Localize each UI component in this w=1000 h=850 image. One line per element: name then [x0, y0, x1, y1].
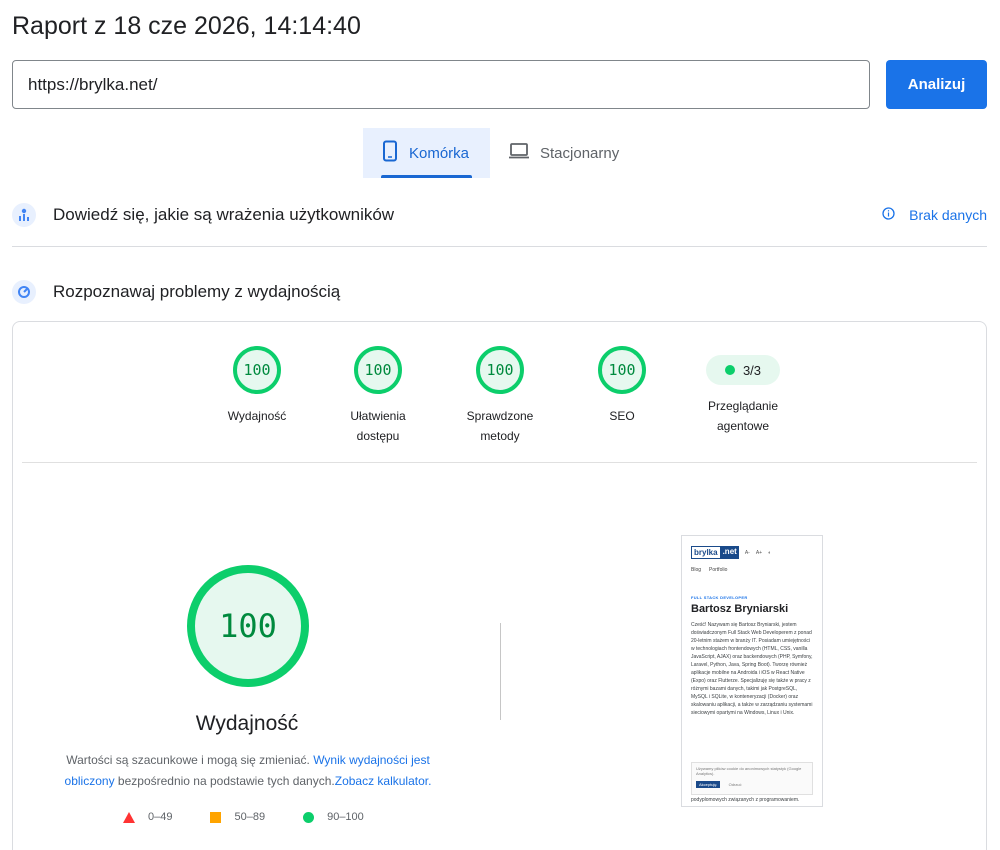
- legend-average-label: 50–89: [234, 811, 266, 823]
- gauge-label: SEO: [567, 406, 677, 426]
- report-title: Raport z 18 cze 2026, 14:14:40: [12, 12, 361, 40]
- gauge-label-line1: Wydajność: [227, 409, 287, 423]
- legend-average: 50–89: [210, 811, 265, 823]
- gauge-seo[interactable]: 100 SEO: [567, 346, 677, 426]
- gauge-label-line1: Ułatwienia: [350, 409, 406, 423]
- gauge-label-line2: dostępu: [356, 429, 400, 443]
- thumb-heading: Bartosz Bryniarski: [691, 603, 789, 615]
- font-decrease: A-: [744, 549, 750, 556]
- gauge-performance[interactable]: 100 Wydajność: [202, 346, 312, 426]
- mobile-icon: [381, 140, 399, 166]
- gauge-label-line2: metody: [480, 429, 520, 443]
- cookie-text: Używamy plików cookie do anonimowych sta…: [696, 766, 802, 776]
- pass-dot-icon: [724, 365, 735, 375]
- tab-mobile-label: Komórka: [409, 144, 470, 162]
- field-data-title: Dowiedź się, jakie są wrażenia użytkowni…: [53, 205, 395, 224]
- users-chart-icon: [12, 203, 36, 227]
- gauge-label-line2: agentowe: [716, 419, 770, 433]
- gauge-score: 100: [233, 346, 281, 394]
- device-tabs: Komórka Stacjonarny: [363, 128, 637, 178]
- tab-desktop[interactable]: Stacjonarny: [490, 128, 637, 178]
- card-divider: [22, 462, 977, 463]
- square-icon: [210, 811, 222, 823]
- legend-poor: 0–49: [123, 811, 172, 823]
- performance-score-gauge: 100: [187, 565, 309, 687]
- gauge-label: Ułatwienia dostępu: [323, 406, 433, 446]
- gauge-score: 100: [354, 346, 402, 394]
- legend-good: 90–100: [303, 811, 364, 823]
- no-data-label: Brak danych: [909, 207, 987, 223]
- category-gauges: 100 Wydajność 100 Ułatwienia dostępu 100 …: [13, 322, 986, 462]
- agent-pill: 3/3: [706, 355, 780, 385]
- page-screenshot-thumbnail: brylka .net A- A+ ◐ Blog Portfolio FULL S…: [681, 535, 823, 807]
- theme-toggle-icon: ◐: [768, 549, 772, 556]
- thumb-body: Cześć! Nazywam się Bartosz Bryniarski, j…: [691, 622, 813, 716]
- info-icon: [882, 207, 895, 223]
- analyze-button[interactable]: Analizuj: [886, 60, 987, 109]
- lab-data-section: Rozpoznawaj problemy z wydajnością: [12, 280, 987, 304]
- cookie-accept: Akceptuję: [696, 781, 720, 788]
- lab-data-title: Rozpoznawaj problemy z wydajnością: [53, 282, 341, 301]
- laptop-icon: [508, 142, 530, 164]
- gauge-label: Sprawdzone metody: [445, 406, 555, 446]
- thumb-cookie-banner: Używamy plików cookie do anonimowych sta…: [691, 762, 813, 795]
- url-input[interactable]: [12, 60, 870, 109]
- legend-poor-label: 0–49: [148, 811, 173, 823]
- field-data-section: Dowiedź się, jakie są wrażenia użytkowni…: [12, 203, 987, 227]
- performance-note: Wartości są szacunkowe i mogą się zmieni…: [53, 750, 443, 792]
- gauge-label: Przeglądanie agentowe: [688, 396, 798, 436]
- performance-title: Wydajność: [195, 712, 299, 735]
- calculator-link[interactable]: Zobacz kalkulator.: [335, 774, 432, 788]
- vertical-divider: [500, 623, 501, 720]
- gauge-label-line1: SEO: [609, 409, 635, 423]
- agent-value: 3/3: [742, 362, 762, 378]
- thumb-nav-blog: Blog: [691, 567, 702, 573]
- thumb-kicker: FULL STACK DEVELOPER: [691, 595, 748, 600]
- font-increase: A+: [755, 549, 763, 556]
- gauge-label-line1: Sprawdzone: [466, 409, 534, 423]
- gauge-score: 100: [598, 346, 646, 394]
- site-logo: brylka .net: [691, 546, 739, 559]
- note-text-2: bezpośrednio na podstawie tych danych.: [117, 774, 335, 788]
- score-legend: 0–49 50–89 90–100: [123, 811, 402, 823]
- gauge-label-line1: Przeglądanie: [707, 399, 779, 413]
- gauge-accessibility[interactable]: 100 Ułatwienia dostępu: [323, 346, 433, 446]
- circle-icon: [303, 811, 315, 823]
- gauge-label: Wydajność: [202, 406, 312, 426]
- gauge-score: 100: [476, 346, 524, 394]
- tab-mobile[interactable]: Komórka: [363, 128, 490, 178]
- cookie-reject: Odrzuć: [728, 782, 742, 787]
- legend-good-label: 90–100: [327, 811, 364, 823]
- thumb-nav: Blog Portfolio: [682, 559, 822, 573]
- gauge-best-practices[interactable]: 100 Sprawdzone metody: [445, 346, 555, 446]
- section-divider: [12, 246, 987, 247]
- thumb-nav-portfolio: Portfolio: [709, 567, 728, 573]
- triangle-icon: [123, 811, 135, 823]
- gauge-agentic-browsing[interactable]: 3/3 Przeglądanie agentowe: [688, 346, 798, 436]
- thumb-tail-text: podyplomowych związanych z programowanie…: [691, 797, 800, 803]
- lighthouse-icon: [12, 280, 36, 304]
- no-data-link[interactable]: Brak danych: [882, 207, 987, 223]
- note-text-1: Wartości są szacunkowe i mogą się zmieni…: [66, 753, 310, 767]
- tab-desktop-label: Stacjonarny: [540, 144, 620, 162]
- lighthouse-card: 100 Wydajność 100 Ułatwienia dostępu 100 …: [12, 321, 987, 850]
